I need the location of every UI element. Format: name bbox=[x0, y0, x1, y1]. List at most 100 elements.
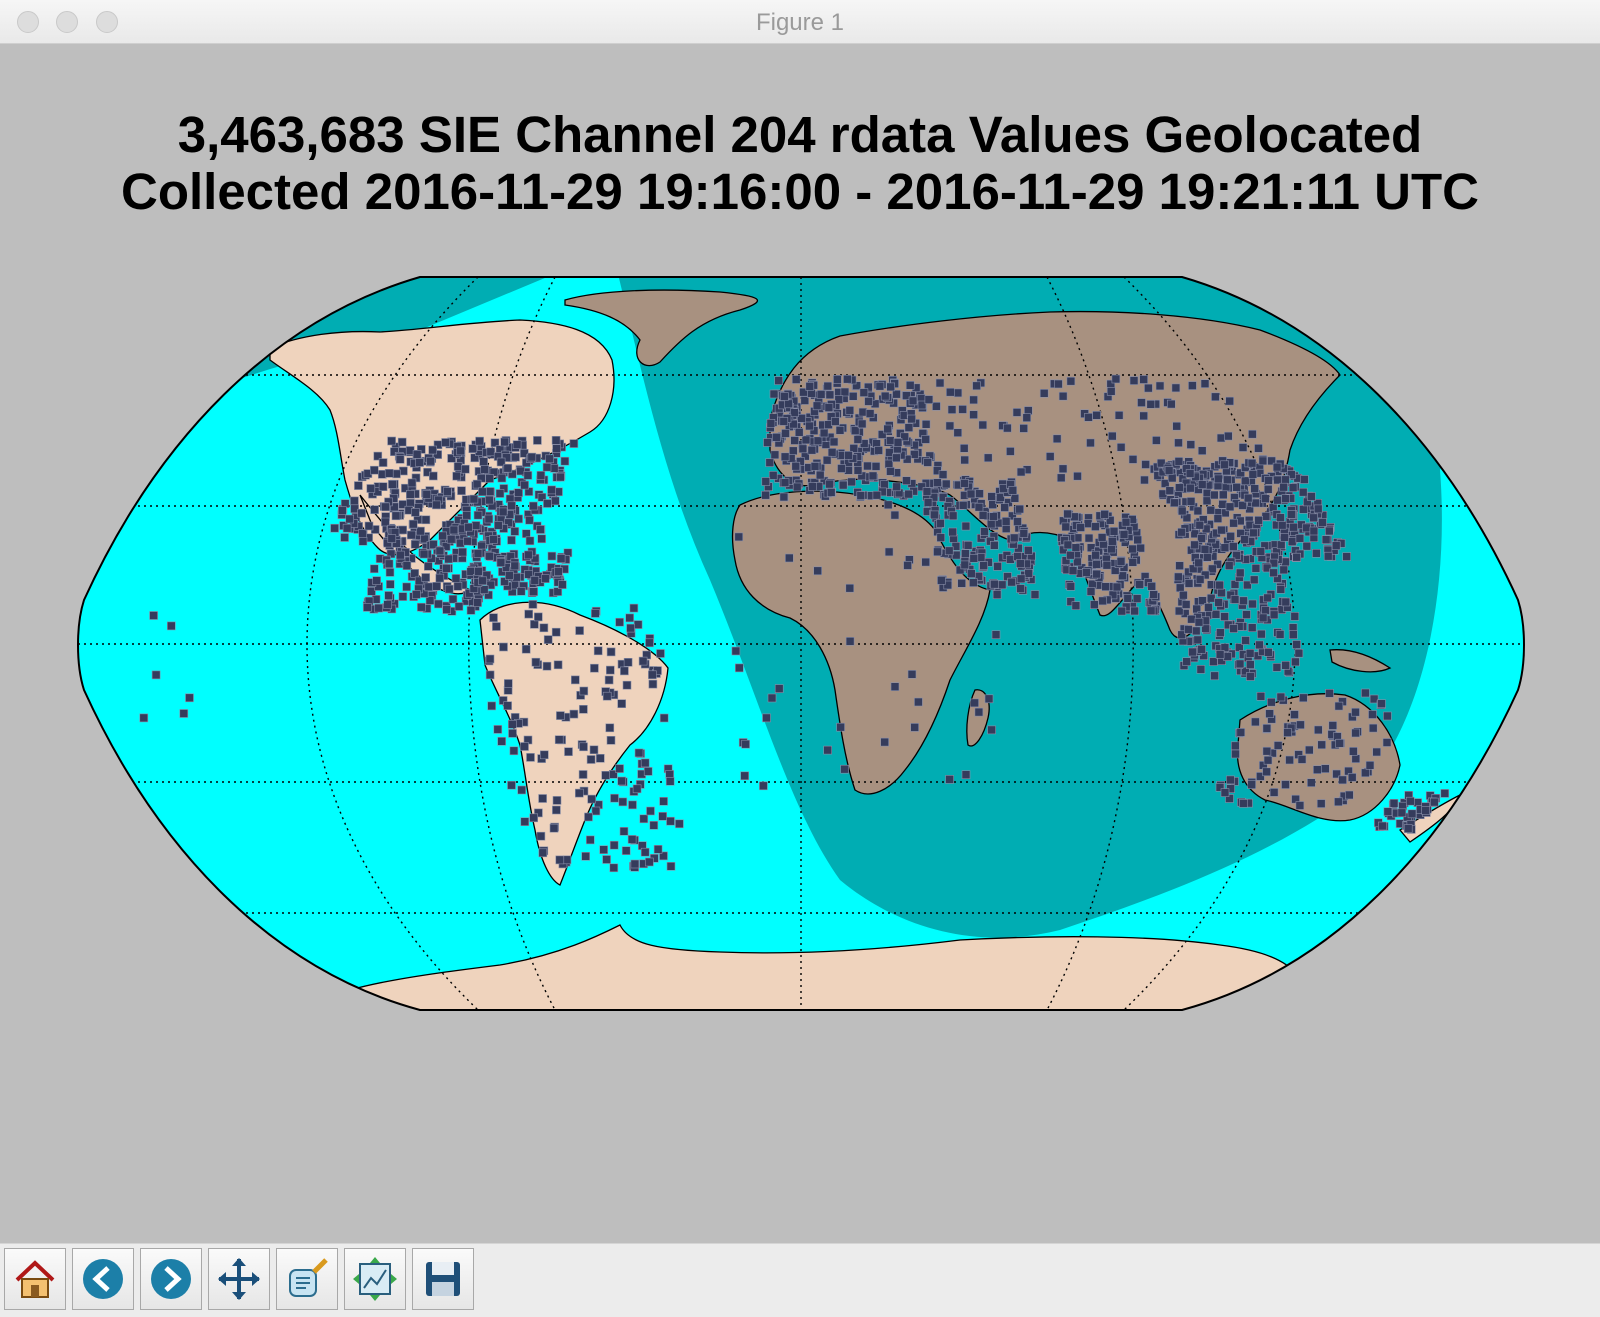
data-point-marker bbox=[892, 454, 900, 462]
data-point-marker bbox=[990, 580, 998, 588]
data-point-marker bbox=[931, 511, 939, 519]
data-point-marker bbox=[1257, 630, 1265, 638]
data-point-marker bbox=[1184, 626, 1192, 634]
data-point-marker bbox=[766, 459, 774, 467]
data-point-marker bbox=[798, 414, 806, 422]
data-point-marker bbox=[579, 705, 587, 713]
data-point-marker bbox=[893, 483, 901, 491]
data-point-marker bbox=[660, 714, 668, 722]
data-point-marker bbox=[1117, 443, 1125, 451]
data-point-marker bbox=[1178, 507, 1186, 515]
data-point-marker bbox=[464, 537, 472, 545]
data-point-marker bbox=[1134, 536, 1142, 544]
data-point-marker bbox=[1255, 516, 1263, 524]
data-point-marker bbox=[1270, 788, 1278, 796]
data-point-marker bbox=[948, 406, 956, 414]
data-point-marker bbox=[1212, 610, 1220, 618]
data-point-marker bbox=[338, 507, 346, 515]
plot-canvas[interactable]: 3,463,683 SIE Channel 204 rdata Values G… bbox=[0, 44, 1600, 1242]
data-point-marker bbox=[582, 852, 590, 860]
data-point-marker bbox=[486, 552, 494, 560]
data-point-marker bbox=[554, 661, 562, 669]
data-point-marker bbox=[1219, 500, 1227, 508]
data-point-marker bbox=[849, 392, 857, 400]
data-point-marker bbox=[1147, 400, 1155, 408]
data-point-marker bbox=[417, 603, 425, 611]
data-point-marker bbox=[1225, 562, 1233, 570]
data-point-marker bbox=[480, 458, 488, 466]
data-point-marker bbox=[409, 520, 417, 528]
data-point-marker bbox=[846, 406, 854, 414]
data-point-marker bbox=[1140, 412, 1148, 420]
data-point-marker bbox=[1265, 476, 1273, 484]
data-point-marker bbox=[486, 475, 494, 483]
data-point-marker bbox=[1267, 698, 1275, 706]
data-point-marker bbox=[485, 496, 493, 504]
data-point-marker bbox=[1122, 518, 1130, 526]
data-point-marker bbox=[458, 487, 466, 495]
data-point-marker bbox=[556, 712, 564, 720]
data-point-marker bbox=[1307, 493, 1315, 501]
data-point-marker bbox=[518, 786, 526, 794]
zoom-button[interactable] bbox=[276, 1248, 338, 1310]
data-point-marker bbox=[1183, 658, 1191, 666]
data-point-marker bbox=[1059, 465, 1067, 473]
data-point-marker bbox=[464, 523, 472, 531]
pan-button[interactable] bbox=[208, 1248, 270, 1310]
data-point-marker bbox=[539, 849, 547, 857]
data-point-marker bbox=[873, 491, 881, 499]
subplots-button[interactable] bbox=[344, 1248, 406, 1310]
zoom-icon bbox=[284, 1256, 330, 1302]
data-point-marker bbox=[954, 389, 962, 397]
data-point-marker bbox=[1221, 789, 1229, 797]
data-point-marker bbox=[447, 535, 455, 543]
data-point-marker bbox=[1280, 483, 1288, 491]
data-point-marker bbox=[667, 817, 675, 825]
data-point-marker bbox=[1384, 808, 1392, 816]
data-point-marker bbox=[1250, 576, 1258, 584]
data-point-marker bbox=[908, 670, 916, 678]
back-button[interactable] bbox=[72, 1248, 134, 1310]
data-point-marker bbox=[633, 785, 641, 793]
data-point-marker bbox=[1168, 474, 1176, 482]
data-point-marker bbox=[494, 725, 502, 733]
data-point-marker bbox=[1248, 624, 1256, 632]
data-point-marker bbox=[1020, 530, 1028, 538]
home-button[interactable] bbox=[4, 1248, 66, 1310]
data-point-marker bbox=[399, 593, 407, 601]
data-point-marker bbox=[384, 601, 392, 609]
data-point-marker bbox=[1293, 553, 1301, 561]
data-point-marker bbox=[475, 567, 483, 575]
data-point-marker bbox=[924, 499, 932, 507]
data-point-marker bbox=[1289, 631, 1297, 639]
data-point-marker bbox=[1198, 447, 1206, 455]
data-point-marker bbox=[893, 390, 901, 398]
data-point-marker bbox=[1334, 798, 1342, 806]
data-point-marker bbox=[1299, 488, 1307, 496]
data-point-marker bbox=[933, 479, 941, 487]
data-point-marker bbox=[1214, 475, 1222, 483]
data-point-marker bbox=[1226, 776, 1234, 784]
data-point-marker bbox=[474, 511, 482, 519]
data-point-marker bbox=[551, 497, 559, 505]
data-point-marker bbox=[473, 480, 481, 488]
data-point-marker bbox=[552, 436, 560, 444]
data-point-marker bbox=[967, 570, 975, 578]
data-point-marker bbox=[1227, 532, 1235, 540]
data-point-marker bbox=[846, 584, 854, 592]
data-point-marker bbox=[607, 736, 615, 744]
data-point-marker bbox=[529, 502, 537, 510]
save-button[interactable] bbox=[412, 1248, 474, 1310]
data-point-marker bbox=[1244, 494, 1252, 502]
data-point-marker bbox=[808, 446, 816, 454]
data-point-marker bbox=[1441, 789, 1449, 797]
data-point-marker bbox=[841, 388, 849, 396]
data-point-marker bbox=[977, 554, 985, 562]
data-point-marker bbox=[1378, 822, 1386, 830]
data-point-marker bbox=[1020, 424, 1028, 432]
data-point-marker bbox=[1210, 658, 1218, 666]
data-point-marker bbox=[453, 472, 461, 480]
forward-button[interactable] bbox=[140, 1248, 202, 1310]
data-point-marker bbox=[354, 482, 362, 490]
data-point-marker bbox=[1099, 597, 1107, 605]
